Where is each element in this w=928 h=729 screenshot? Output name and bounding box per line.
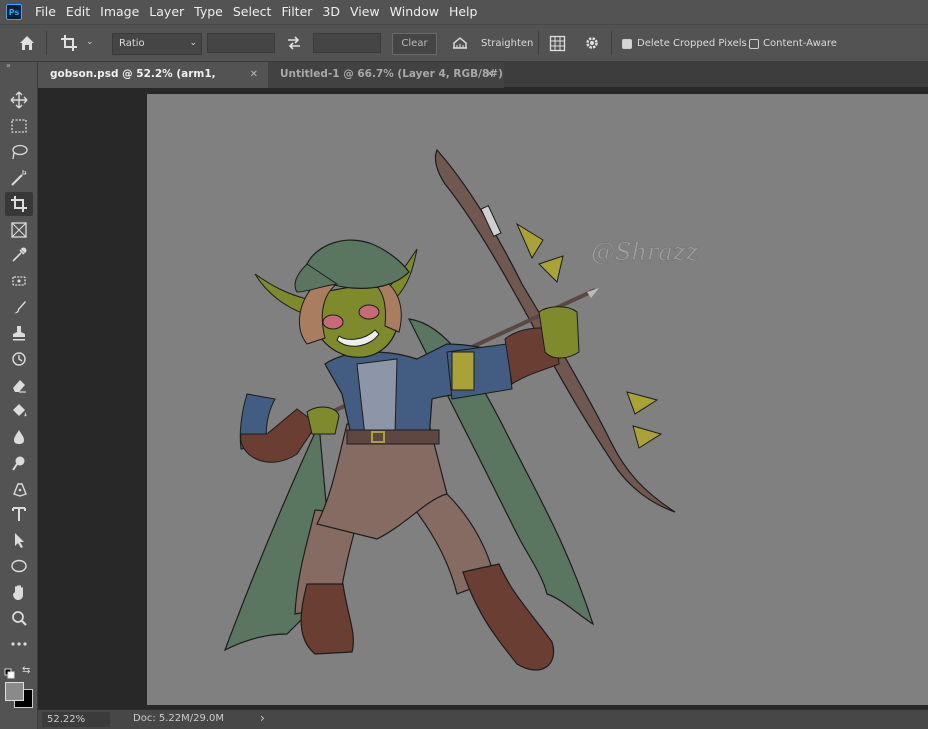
tab-untitled-1[interactable]: Untitled-1 @ 66.7% (Layer 4, RGB/8#) * ✕ — [268, 62, 504, 105]
dodge-icon — [12, 456, 25, 471]
menu-select[interactable]: Select — [228, 0, 277, 24]
healing-brush-icon — [12, 276, 26, 286]
move-icon — [10, 91, 28, 109]
magic-wand-tool-button[interactable] — [5, 166, 33, 190]
overlay-grid-icon[interactable] — [549, 35, 566, 52]
close-icon[interactable]: ✕ — [486, 62, 494, 87]
ellipse-tool-button[interactable] — [5, 554, 33, 578]
canvas-area[interactable]: @Shrazz — [38, 89, 928, 709]
signature-text: @Shrazz — [591, 238, 698, 266]
crop-preset-chevron-icon[interactable]: ⌄ — [86, 37, 94, 47]
lasso-tool-button[interactable] — [5, 140, 33, 164]
hand-icon — [13, 585, 23, 601]
content-aware-label[interactable]: Content-Aware — [763, 38, 837, 49]
frame-tool-button[interactable] — [5, 218, 33, 242]
brush-tool-button[interactable] — [5, 295, 33, 319]
path-selection-tool-button[interactable] — [5, 528, 33, 552]
history-brush-icon — [12, 352, 26, 366]
menu-3d[interactable]: 3D — [317, 0, 345, 24]
status-menu-chevron-icon[interactable]: › — [260, 711, 265, 725]
menu-bar: Ps File Edit Image Layer Type Select Fil… — [0, 0, 928, 24]
ellipse-icon — [11, 559, 27, 573]
type-icon — [12, 507, 26, 522]
lasso-icon — [12, 144, 28, 159]
menu-file[interactable]: File — [30, 0, 61, 24]
swap-icon[interactable] — [286, 36, 302, 50]
marquee-icon — [11, 119, 27, 133]
photoshop-logo-icon[interactable]: Ps — [6, 4, 22, 20]
marquee-tool-button[interactable] — [5, 114, 33, 138]
width-input[interactable] — [207, 33, 275, 53]
frame-icon — [11, 221, 27, 238]
clear-button[interactable]: Clear — [392, 33, 437, 55]
delete-cropped-checkbox[interactable] — [622, 39, 632, 49]
path-selection-icon — [15, 533, 24, 549]
more-tools-button[interactable] — [5, 632, 33, 656]
zoom-level-field[interactable]: 52.22% — [42, 712, 110, 727]
clone-stamp-icon — [13, 326, 25, 341]
options-bar: ⌄ Ratio ⌄ Clear Straighten Delete Croppe… — [0, 24, 928, 62]
status-bar: 52.22% Doc: 5.22M/29.0M › — [38, 709, 928, 729]
foreground-color-swatch[interactable] — [5, 682, 24, 701]
ratio-chevron-icon: ⌄ — [189, 38, 197, 48]
eyedropper-icon — [12, 247, 27, 262]
straighten-label[interactable]: Straighten — [481, 38, 533, 49]
menu-image[interactable]: Image — [95, 0, 144, 24]
ratio-dropdown[interactable]: Ratio ⌄ — [112, 33, 202, 55]
swap-colors-icon[interactable]: ⇆ — [22, 665, 30, 676]
pen-icon — [13, 482, 27, 497]
height-input[interactable] — [313, 33, 381, 53]
zoom-icon — [12, 611, 27, 626]
tab-gobson[interactable]: gobson.psd @ 52.2% (arm1, RGB/8#) ✕ — [38, 62, 268, 105]
content-aware-checkbox[interactable] — [749, 39, 759, 49]
straighten-icon[interactable] — [451, 36, 469, 50]
paint-bucket-icon — [13, 403, 27, 417]
history-brush-tool-button[interactable] — [5, 347, 33, 371]
crop-tool-button[interactable] — [5, 191, 33, 216]
menu-view[interactable]: View — [345, 0, 385, 24]
move-tool-button[interactable] — [5, 88, 33, 112]
blur-tool-button[interactable] — [5, 425, 33, 449]
magic-wand-icon — [11, 169, 27, 186]
menu-filter[interactable]: Filter — [276, 0, 317, 24]
crop-preset-icon[interactable] — [60, 34, 80, 52]
panel-collapse-icon[interactable]: » — [0, 62, 37, 76]
dodge-tool-button[interactable] — [5, 451, 33, 475]
menu-edit[interactable]: Edit — [61, 0, 95, 24]
tools-panel: » ⇆ — [0, 62, 38, 729]
close-icon[interactable]: ✕ — [250, 62, 258, 87]
crop-icon — [11, 195, 27, 212]
delete-cropped-label[interactable]: Delete Cropped Pixels — [637, 38, 747, 49]
eyedropper-tool-button[interactable] — [5, 243, 33, 267]
menu-layer[interactable]: Layer — [144, 0, 189, 24]
pen-tool-button[interactable] — [5, 477, 33, 501]
menu-type[interactable]: Type — [189, 0, 228, 24]
paint-bucket-tool-button[interactable] — [5, 399, 33, 423]
goblin-archer-drawing: @Shrazz — [223, 148, 699, 671]
settings-gear-icon[interactable] — [584, 35, 600, 51]
document-tabs: gobson.psd @ 52.2% (arm1, RGB/8#) ✕ Unti… — [38, 62, 928, 105]
hand-tool-button[interactable] — [5, 580, 33, 604]
menu-window[interactable]: Window — [385, 0, 444, 24]
doc-size-info: Doc: 5.22M/29.0M — [133, 713, 225, 724]
healing-brush-tool-button[interactable] — [5, 269, 33, 293]
eraser-tool-button[interactable] — [5, 373, 33, 397]
document-canvas[interactable]: @Shrazz — [147, 94, 928, 705]
clone-stamp-tool-button[interactable] — [5, 321, 33, 345]
eraser-icon — [13, 379, 26, 393]
blur-icon — [14, 429, 24, 444]
mores-icon — [11, 642, 27, 646]
home-icon[interactable] — [18, 34, 36, 52]
type-tool-button[interactable] — [5, 502, 33, 526]
brush-icon — [14, 301, 26, 314]
zoom-tool-button[interactable] — [5, 606, 33, 630]
menu-help[interactable]: Help — [444, 0, 483, 24]
ratio-label: Ratio — [119, 38, 145, 49]
